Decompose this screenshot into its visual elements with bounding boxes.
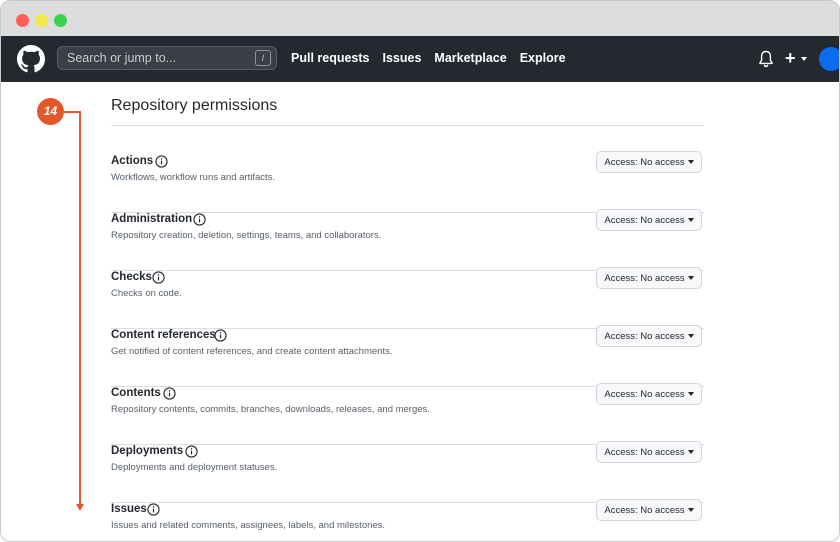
permission-description: Get notified of content references, and … <box>111 346 393 357</box>
top-nav: Pull requests Issues Marketplace Explore <box>291 51 566 65</box>
access-dropdown[interactable]: Access: No access <box>596 209 702 231</box>
access-dropdown[interactable]: Access: No access <box>596 151 702 173</box>
permission-row-issues: Issues Issues and related comments, assi… <box>111 499 704 541</box>
access-dropdown[interactable]: Access: No access <box>596 267 702 289</box>
close-window-button[interactable] <box>16 14 29 27</box>
info-icon[interactable] <box>193 213 206 226</box>
caret-down-icon <box>687 508 694 512</box>
access-dropdown[interactable]: Access: No access <box>596 441 702 463</box>
nav-issues[interactable]: Issues <box>383 51 422 65</box>
permission-row-actions: Actions Workflows, workflow runs and art… <box>111 151 704 213</box>
search-input[interactable]: Search or jump to... / <box>57 46 277 70</box>
caret-down-icon <box>687 450 694 454</box>
caret-down-icon <box>687 276 694 280</box>
chevron-down-icon[interactable] <box>801 57 807 61</box>
nav-pull-requests[interactable]: Pull requests <box>291 51 370 65</box>
info-icon[interactable] <box>147 503 160 516</box>
permission-name: Contents <box>111 387 161 399</box>
nav-explore[interactable]: Explore <box>520 51 566 65</box>
permission-name: Actions <box>111 155 154 167</box>
search-shortcut-key: / <box>255 50 271 66</box>
permission-row-contents: Contents Repository contents, commits, b… <box>111 383 704 445</box>
caret-down-icon <box>687 392 694 396</box>
search-placeholder: Search or jump to... <box>67 51 177 65</box>
permission-name: Issues <box>111 503 147 515</box>
permission-description: Issues and related comments, assignees, … <box>111 520 386 531</box>
arrow-down-icon <box>76 504 84 511</box>
caret-down-icon <box>687 218 694 222</box>
permission-name: Deployments <box>111 445 184 457</box>
avatar[interactable] <box>819 47 839 71</box>
access-dropdown[interactable]: Access: No access <box>596 325 702 347</box>
guide-line-horizontal <box>64 111 80 113</box>
access-dropdown-label: Access: No access <box>604 214 685 226</box>
info-icon[interactable] <box>152 271 165 284</box>
access-dropdown-label: Access: No access <box>604 388 685 400</box>
permission-row-content-references: Content references Get notified of conte… <box>111 325 704 387</box>
access-dropdown-label: Access: No access <box>604 504 685 516</box>
permission-row-checks: Checks Checks on code. Access: No access <box>111 267 704 329</box>
permission-row-administration: Administration Repository creation, dele… <box>111 209 704 271</box>
browser-window: Search or jump to... / Pull requests Iss… <box>0 0 840 542</box>
access-dropdown-label: Access: No access <box>604 272 685 284</box>
permission-name: Content references <box>111 329 216 341</box>
minimize-window-button[interactable] <box>35 14 48 27</box>
page-title: Repository permissions <box>111 97 278 114</box>
permission-description: Repository contents, commits, branches, … <box>111 404 430 415</box>
bell-icon[interactable] <box>758 50 774 68</box>
info-icon[interactable] <box>163 387 176 400</box>
info-icon[interactable] <box>185 445 198 458</box>
access-dropdown-label: Access: No access <box>604 446 685 458</box>
divider <box>111 125 704 126</box>
permission-description: Workflows, workflow runs and artifacts. <box>111 172 276 183</box>
permission-description: Checks on code. <box>111 288 182 299</box>
create-new-plus-icon[interactable]: + <box>785 49 796 67</box>
maximize-window-button[interactable] <box>54 14 67 27</box>
permission-description: Repository creation, deletion, settings,… <box>111 230 382 241</box>
info-icon[interactable] <box>214 329 227 342</box>
github-logo-icon[interactable] <box>17 45 45 73</box>
access-dropdown[interactable]: Access: No access <box>596 383 702 405</box>
caret-down-icon <box>687 334 694 338</box>
nav-marketplace[interactable]: Marketplace <box>434 51 506 65</box>
permission-description: Deployments and deployment statuses. <box>111 462 278 473</box>
step-badge: 14 <box>37 98 64 125</box>
window-titlebar <box>1 1 839 36</box>
access-dropdown[interactable]: Access: No access <box>596 499 702 521</box>
github-header: Search or jump to... / Pull requests Iss… <box>1 36 839 82</box>
permission-row-deployments: Deployments Deployments and deployment s… <box>111 441 704 503</box>
guide-line-vertical <box>79 111 81 506</box>
permission-name: Checks <box>111 271 152 283</box>
info-icon[interactable] <box>155 155 168 168</box>
access-dropdown-label: Access: No access <box>604 156 685 168</box>
access-dropdown-label: Access: No access <box>604 330 685 342</box>
caret-down-icon <box>687 160 694 164</box>
permission-name: Administration <box>111 213 193 225</box>
